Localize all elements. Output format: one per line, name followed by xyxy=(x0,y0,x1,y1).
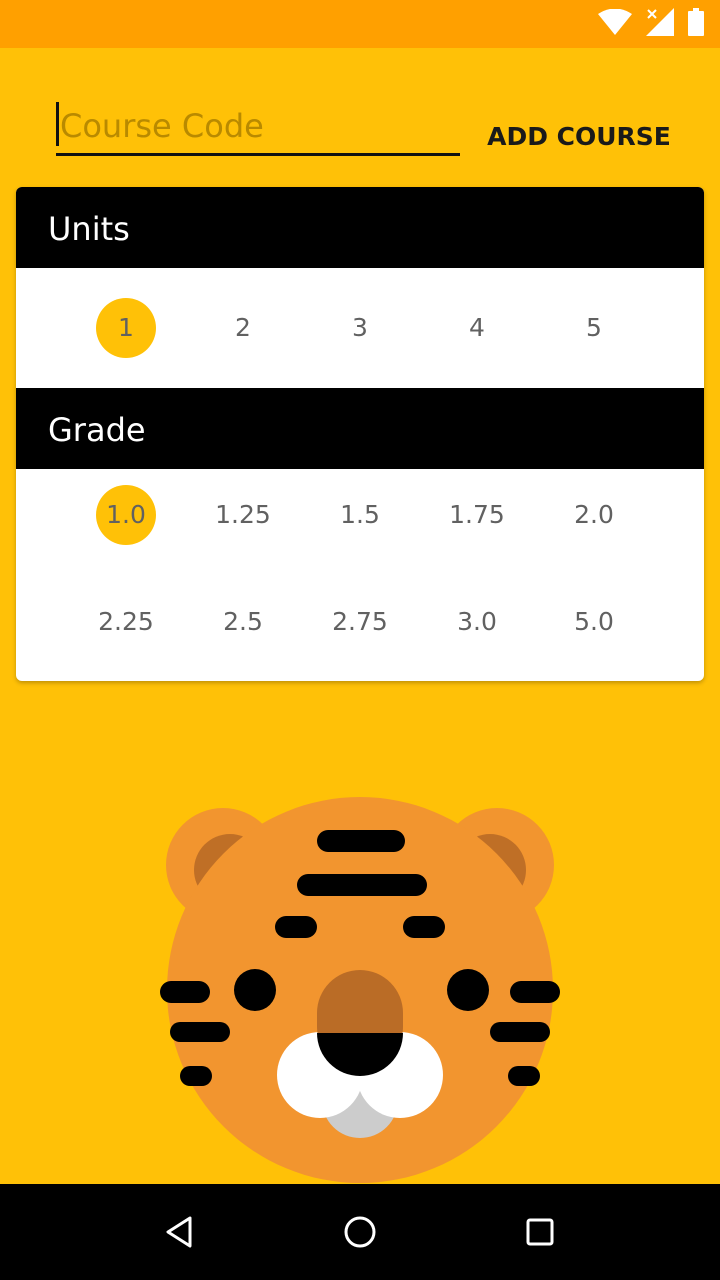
unit-option-5[interactable]: 5 xyxy=(564,298,624,358)
course-code-field[interactable] xyxy=(56,98,460,156)
battery-icon xyxy=(688,8,704,40)
grade-header: Grade xyxy=(16,388,704,469)
recents-icon[interactable] xyxy=(516,1208,564,1256)
status-bar xyxy=(0,0,720,48)
grade-option-1-25[interactable]: 1.25 xyxy=(193,485,293,545)
add-course-button[interactable]: ADD COURSE xyxy=(486,108,672,164)
grade-option-1-0[interactable]: 1.0 xyxy=(96,485,156,545)
grade-option-5-0[interactable]: 5.0 xyxy=(544,592,644,652)
unit-option-1[interactable]: 1 xyxy=(96,298,156,358)
course-options-card: Units 1 2 3 4 5 Grade 1.0 1.25 1.5 1.75 … xyxy=(16,187,704,681)
status-icons xyxy=(598,0,704,48)
back-icon[interactable] xyxy=(156,1208,204,1256)
navigation-bar xyxy=(0,1184,720,1280)
grade-option-2-5[interactable]: 2.5 xyxy=(193,592,293,652)
grade-option-2-25[interactable]: 2.25 xyxy=(76,592,176,652)
wifi-icon xyxy=(598,8,632,39)
unit-option-4[interactable]: 4 xyxy=(447,298,507,358)
tiger-mascot xyxy=(160,790,560,1190)
grade-option-1-5[interactable]: 1.5 xyxy=(310,485,410,545)
grade-option-2-75[interactable]: 2.75 xyxy=(310,592,410,652)
grade-header-label: Grade xyxy=(48,411,146,449)
cellular-icon xyxy=(646,8,674,40)
grade-option-3-0[interactable]: 3.0 xyxy=(427,592,527,652)
home-icon[interactable] xyxy=(336,1208,384,1256)
grade-option-1-75[interactable]: 1.75 xyxy=(427,485,527,545)
grade-option-2-0[interactable]: 2.0 xyxy=(544,485,644,545)
units-header: Units xyxy=(16,187,704,268)
course-code-input[interactable] xyxy=(56,98,460,153)
unit-option-2[interactable]: 2 xyxy=(213,298,273,358)
unit-option-3[interactable]: 3 xyxy=(330,298,390,358)
units-header-label: Units xyxy=(48,210,130,248)
